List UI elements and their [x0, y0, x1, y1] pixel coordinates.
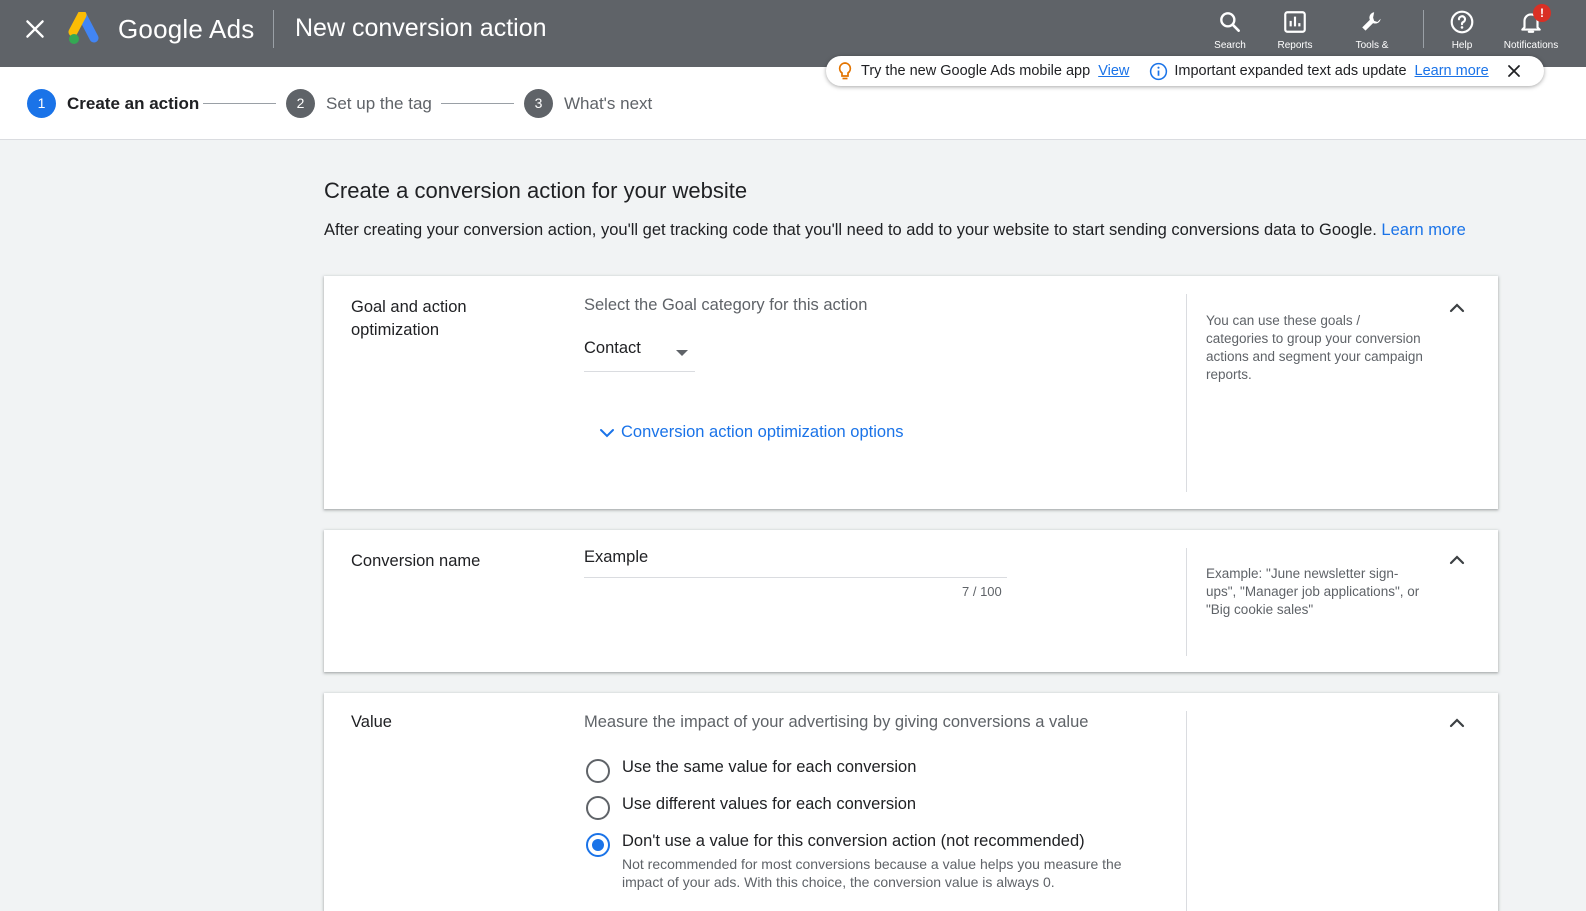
search-icon — [1220, 12, 1240, 32]
help-label: Help — [1451, 40, 1473, 51]
help-button[interactable]: Help — [1432, 6, 1492, 51]
optimization-options-label: Conversion action optimization options — [621, 423, 904, 441]
card-divider — [1186, 548, 1187, 656]
step-3-number: 3 — [524, 89, 553, 118]
view-link[interactable]: View — [1098, 63, 1129, 79]
radio-different-values[interactable]: Use different values for each conversion — [586, 795, 916, 820]
conversion-name-card: Conversion name Example 7 / 100 Example:… — [324, 530, 1498, 672]
chevron-up-icon[interactable] — [1446, 297, 1468, 319]
optimization-options-expander[interactable]: Conversion action optimization options — [598, 423, 904, 442]
search-label: Search — [1214, 40, 1246, 51]
goal-hint: Select the Goal category for this action — [584, 296, 868, 314]
info-icon — [1150, 62, 1168, 80]
search-button[interactable]: Search — [1200, 6, 1260, 51]
intro-body: After creating your conversion action, y… — [324, 221, 1377, 239]
help-icon — [1450, 10, 1474, 34]
reports-icon — [1284, 11, 1306, 33]
mobile-app-notice: Try the new Google Ads mobile app View — [836, 61, 1129, 81]
value-card-label: Value — [351, 713, 392, 731]
radio-button-selected[interactable] — [586, 833, 610, 857]
brand-name: Google Ads — [118, 14, 255, 44]
step-connector — [441, 103, 514, 104]
section-title: Create a conversion action for your webs… — [324, 178, 748, 203]
reports-button[interactable]: Reports — [1265, 6, 1325, 51]
radio-label-group: Don't use a value for this conversion ac… — [622, 832, 1152, 891]
intro-text: After creating your conversion action, y… — [324, 220, 1484, 241]
radio-same-value[interactable]: Use the same value for each conversion — [586, 758, 916, 783]
header-divider — [273, 10, 274, 48]
reports-label: Reports — [1277, 40, 1313, 51]
mobile-app-text: Try the new Google Ads mobile app — [861, 63, 1091, 79]
tools-button[interactable]: Tools & — [1342, 6, 1402, 51]
step-2-label: Set up the tag — [326, 94, 432, 113]
close-icon[interactable] — [22, 16, 48, 42]
conversion-name-help-text: Example: "June newsletter sign-ups", "Ma… — [1206, 566, 1420, 617]
goal-card: Goal and action optimization Select the … — [324, 276, 1498, 509]
value-hint: Measure the impact of your advertising b… — [584, 713, 1089, 731]
wrench-icon — [1362, 12, 1381, 31]
text-ads-notice: Important expanded text ads update Learn… — [1149, 62, 1489, 81]
announcement-bar: Try the new Google Ads mobile app View I… — [826, 56, 1544, 86]
character-counter: 7 / 100 — [962, 584, 1002, 599]
google-ads-logo — [68, 12, 99, 44]
goal-help-text: You can use these goals / categories to … — [1206, 313, 1423, 382]
tools-label: Tools & — [1355, 40, 1389, 51]
step-2-number: 2 — [286, 89, 315, 118]
notifications-button[interactable]: ! Notifications — [1501, 4, 1561, 51]
learn-more-link[interactable]: Learn more — [1415, 63, 1489, 79]
radio-label: Don't use a value for this conversion ac… — [622, 832, 1085, 850]
notification-badge: ! — [1533, 4, 1551, 22]
notifications-label: Notifications — [1503, 40, 1559, 51]
step-3-label: What's next — [564, 94, 653, 113]
radio-sublabel: Not recommended for most conversions bec… — [622, 856, 1122, 890]
radio-no-value[interactable]: Don't use a value for this conversion ac… — [586, 832, 1152, 891]
tools-divider — [1423, 10, 1424, 48]
chevron-down-icon — [600, 428, 614, 437]
text-ads-text: Important expanded text ads update — [1174, 63, 1407, 79]
lightbulb-icon — [838, 62, 852, 80]
conversion-name-input[interactable]: Example — [584, 548, 1007, 578]
card-divider — [1186, 711, 1187, 911]
value-card: Value Measure the impact of your adverti… — [324, 693, 1498, 911]
goal-category-select[interactable]: Contact — [584, 339, 695, 372]
dismiss-icon[interactable] — [1507, 64, 1521, 78]
radio-label: Use the same value for each conversion — [622, 758, 917, 776]
dropdown-caret-icon — [676, 350, 688, 356]
page-title: New conversion action — [295, 14, 547, 42]
card-divider — [1186, 294, 1187, 492]
goal-selected-value: Contact — [584, 339, 641, 357]
step-connector — [203, 103, 276, 104]
chevron-up-icon[interactable] — [1446, 549, 1468, 571]
step-1-label[interactable]: Create an action — [67, 94, 199, 114]
radio-button[interactable] — [586, 759, 610, 783]
goal-card-label: Goal and action optimization — [351, 298, 467, 339]
radio-label: Use different values for each conversion — [622, 795, 917, 813]
chevron-up-icon[interactable] — [1446, 712, 1468, 734]
radio-button[interactable] — [586, 796, 610, 820]
intro-learn-more-link[interactable]: Learn more — [1381, 221, 1465, 239]
conversion-name-label: Conversion name — [351, 552, 481, 570]
step-1-number: 1 — [27, 89, 56, 118]
